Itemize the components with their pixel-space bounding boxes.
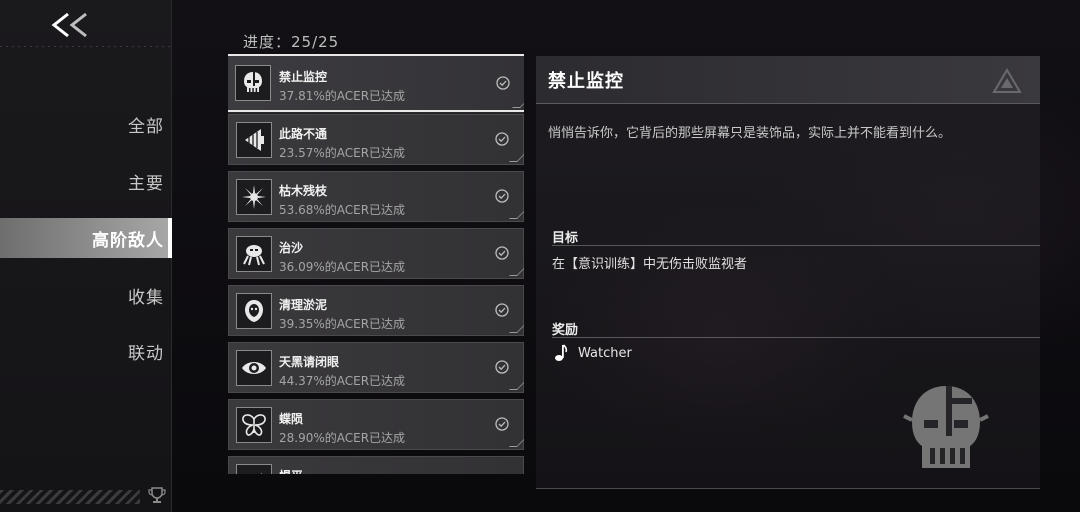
corner-decoration xyxy=(512,100,524,108)
achievement-item[interactable]: 枯木残枝 53.68%的ACER已达成 xyxy=(228,171,524,222)
achievement-percent: 37.81%的ACER已达成 xyxy=(279,89,406,103)
achievement-percent: 53.68%的ACER已达成 xyxy=(279,203,406,217)
watcher-skull-icon xyxy=(903,386,989,468)
check-circle-icon xyxy=(496,76,510,90)
achievement-percent: 23.57%的ACER已达成 xyxy=(279,146,406,160)
achievement-icon-frame xyxy=(236,293,272,329)
mask-icon xyxy=(245,300,263,322)
reward-name: Watcher xyxy=(578,345,632,361)
detail-description: 悄悄告诉你，它背后的那些屏幕只是装饰品，实际上并不能看到什么。 xyxy=(548,126,952,141)
achievement-item[interactable]: 清理淤泥 39.35%的ACER已达成 xyxy=(228,285,524,336)
achievement-item[interactable]: 天黑请闭眼 44.37%的ACER已达成 xyxy=(228,342,524,393)
achievement-percent: 28.90%的ACER已达成 xyxy=(279,431,406,445)
back-button[interactable] xyxy=(46,8,94,42)
corner-decoration xyxy=(509,154,524,162)
achievement-name: 禁止监控 xyxy=(279,70,328,84)
sidebar-item-label: 高阶敌人 xyxy=(92,230,164,251)
music-note-icon xyxy=(555,344,568,361)
detail-title: 禁止监控 xyxy=(548,71,624,92)
sidebar: 全部 主要 高阶敌人 收集 联动 xyxy=(0,0,172,512)
decorative-stripes xyxy=(0,490,140,504)
check-circle-icon xyxy=(495,189,509,203)
progress-text: 进度：25/25 xyxy=(243,33,340,51)
detail-header: 禁止监控 xyxy=(536,56,1040,104)
butterfly-icon xyxy=(242,414,266,436)
achievement-item[interactable]: 蝶陨 28.90%的ACER已达成 xyxy=(228,399,524,450)
sidebar-item-label: 全部 xyxy=(128,116,164,137)
sidebar-item-elite-enemies[interactable]: 高阶敌人 xyxy=(0,218,172,258)
goal-label: 目标 xyxy=(552,231,579,246)
divider xyxy=(552,245,1040,246)
achievement-icon-frame xyxy=(236,407,272,443)
crab-icon xyxy=(243,245,265,266)
achievement-name: 蝶陨 xyxy=(279,412,304,426)
achievement-name: 枯木残枝 xyxy=(279,184,328,198)
corner-decoration xyxy=(509,325,524,333)
check-circle-icon xyxy=(495,303,509,317)
sidebar-item-label: 联动 xyxy=(128,343,164,364)
corner-decoration xyxy=(509,268,524,276)
achievement-item[interactable]: 惧平 xyxy=(228,456,524,474)
achievement-icon-frame xyxy=(235,65,271,101)
sidebar-item-label: 主要 xyxy=(128,173,164,194)
sidebar-item-collab[interactable]: 联动 xyxy=(0,331,172,371)
achievement-name: 天黑请闭眼 xyxy=(279,355,340,369)
achievement-icon-frame xyxy=(236,179,272,215)
sidebar-item-collection[interactable]: 收集 xyxy=(0,275,172,315)
trophy-icon xyxy=(148,487,166,503)
achievement-icon-frame xyxy=(236,464,272,474)
achievement-name: 此路不通 xyxy=(279,127,328,141)
sidebar-item-all[interactable]: 全部 xyxy=(0,104,172,144)
drill-icon xyxy=(245,129,264,151)
corner-decoration xyxy=(509,211,524,219)
corner-decoration xyxy=(509,382,524,390)
achievement-list[interactable]: 禁止监控 37.81%的ACER已达成 此路不通 23.57%的ACER已达成 xyxy=(228,54,524,474)
achievement-name: 治沙 xyxy=(279,241,304,255)
achievement-item-selected[interactable]: 禁止监控 37.81%的ACER已达成 xyxy=(228,54,524,112)
blade-icon xyxy=(260,473,262,474)
eye-icon xyxy=(242,362,266,374)
achievement-icon-frame xyxy=(236,122,272,158)
sidebar-item-main[interactable]: 主要 xyxy=(0,161,172,201)
check-circle-icon xyxy=(495,246,509,260)
achievement-percent: 44.37%的ACER已达成 xyxy=(279,374,406,388)
skull-icon xyxy=(244,72,262,92)
reward-item: Watcher xyxy=(554,344,632,362)
goal-text: 在【意识训练】中无伤击败监视者 xyxy=(552,257,748,272)
achievement-name: 清理淤泥 xyxy=(279,298,328,312)
divider xyxy=(0,46,172,47)
achievement-detail-panel: 禁止监控 悄悄告诉你，它背后的那些屏幕只是装饰品，实际上并不能看到什么。 目标 … xyxy=(536,56,1040,489)
check-circle-icon xyxy=(495,132,509,146)
check-circle-icon xyxy=(495,417,509,431)
achievement-percent: 39.35%的ACER已达成 xyxy=(279,317,406,331)
divider xyxy=(552,337,1040,338)
sidebar-item-label: 收集 xyxy=(128,287,164,308)
achievement-icon-frame xyxy=(236,350,272,386)
reward-label: 奖励 xyxy=(552,323,579,338)
check-circle-icon xyxy=(495,360,509,374)
double-chevron-left-icon xyxy=(51,12,87,38)
thorn-icon xyxy=(242,185,266,209)
achievement-percent: 36.09%的ACER已达成 xyxy=(279,260,406,274)
corner-decoration xyxy=(509,439,524,447)
achievement-item[interactable]: 此路不通 23.57%的ACER已达成 xyxy=(228,114,524,165)
achievement-name: 惧平 xyxy=(279,467,303,474)
triangle-logo-icon xyxy=(992,68,1022,93)
achievement-icon-frame xyxy=(236,236,272,272)
achievement-item[interactable]: 治沙 36.09%的ACER已达成 xyxy=(228,228,524,279)
